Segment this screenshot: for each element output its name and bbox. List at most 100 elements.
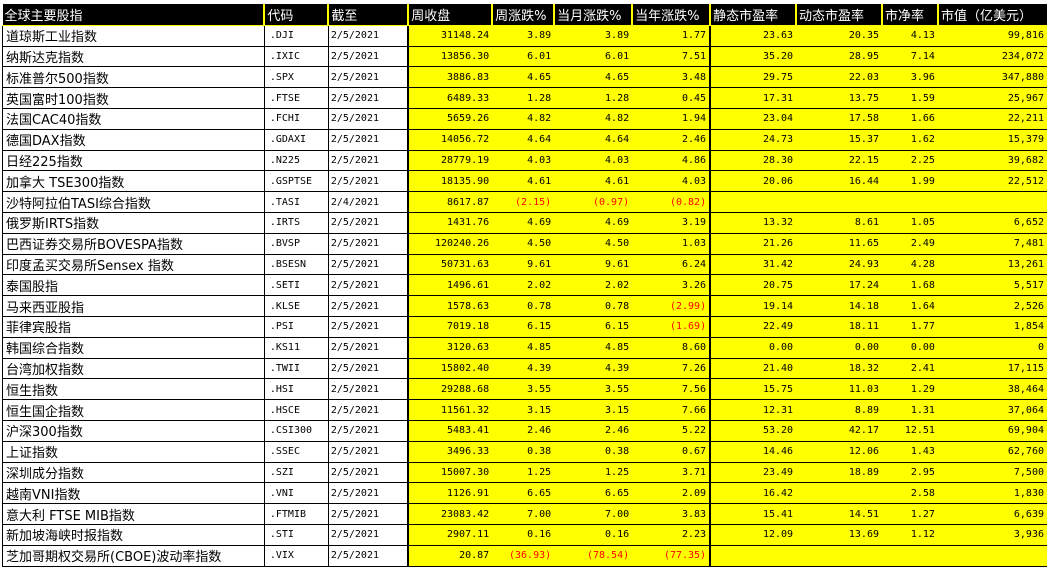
cell-static-pe[interactable]: 35.20	[709, 45, 797, 68]
cell-market-cap[interactable]: 39,682	[937, 149, 1047, 172]
cell-month-change[interactable]: 4.03	[554, 149, 633, 172]
cell-date[interactable]: 2/5/2021	[328, 211, 409, 234]
cell-date[interactable]: 2/5/2021	[328, 274, 409, 297]
cell-year-change[interactable]: 7.26	[632, 357, 711, 380]
cell-code[interactable]: .SSEC	[264, 440, 329, 463]
cell-forward-pe[interactable]: 8.61	[796, 211, 882, 234]
cell-close[interactable]: 29288.68	[407, 378, 493, 401]
cell-code[interactable]: .HSI	[264, 378, 329, 401]
cell-market-cap[interactable]: 22,512	[937, 170, 1047, 193]
cell-date[interactable]: 2/5/2021	[328, 128, 409, 151]
cell-code[interactable]: .SETI	[264, 274, 329, 297]
cell-year-change[interactable]: (77.35)	[632, 544, 711, 567]
cell-static-pe[interactable]: 12.31	[709, 399, 797, 421]
cell-year-change[interactable]: 5.22	[632, 419, 711, 442]
cell-month-change[interactable]: 4.65	[554, 66, 633, 89]
cell-close[interactable]: 1431.76	[407, 211, 493, 234]
cell-date[interactable]: 2/5/2021	[328, 87, 409, 109]
col-header-name[interactable]: 全球主要股指	[2, 4, 265, 26]
cell-forward-pe[interactable]: 28.95	[796, 45, 882, 68]
cell-year-change[interactable]: 6.24	[632, 253, 711, 276]
cell-name[interactable]: 日经225指数	[2, 149, 265, 172]
cell-date[interactable]: 2/5/2021	[328, 45, 409, 68]
cell-month-change[interactable]: 4.85	[554, 336, 633, 359]
cell-name[interactable]: 深圳成分指数	[2, 461, 265, 484]
cell-month-change[interactable]: 1.28	[554, 87, 633, 109]
cell-forward-pe[interactable]: 42.17	[796, 419, 882, 442]
cell-close[interactable]: 3496.33	[407, 440, 493, 463]
cell-month-change[interactable]: 0.78	[554, 295, 633, 317]
cell-name[interactable]: 沙特阿拉伯TASI综合指数	[2, 191, 265, 213]
cell-code[interactable]: .GSPTSE	[264, 170, 329, 193]
cell-close[interactable]: 15007.30	[407, 461, 493, 484]
cell-pb[interactable]: 2.41	[882, 357, 938, 380]
cell-static-pe[interactable]	[709, 191, 797, 213]
cell-close[interactable]: 28779.19	[407, 149, 493, 172]
cell-pb[interactable]: 7.14	[882, 45, 938, 68]
cell-pb[interactable]: 1.59	[882, 87, 938, 109]
cell-year-change[interactable]: 0.67	[632, 440, 711, 463]
cell-market-cap[interactable]: 5,517	[937, 274, 1047, 297]
cell-month-change[interactable]: 3.89	[554, 24, 633, 47]
cell-name[interactable]: 德国DAX指数	[2, 128, 265, 151]
cell-static-pe[interactable]: 17.31	[709, 87, 797, 109]
cell-name[interactable]: 菲律宾股指	[2, 315, 265, 338]
cell-pb[interactable]: 1.31	[882, 399, 938, 421]
cell-month-change[interactable]: 4.39	[554, 357, 633, 380]
cell-name[interactable]: 道琼斯工业指数	[2, 24, 265, 47]
cell-week-change[interactable]: 3.15	[492, 399, 555, 421]
cell-month-change[interactable]: 6.01	[554, 45, 633, 68]
cell-week-change[interactable]: 3.89	[492, 24, 555, 47]
cell-static-pe[interactable]: 15.41	[709, 503, 797, 525]
cell-pb[interactable]: 1.27	[882, 503, 938, 525]
cell-date[interactable]: 2/5/2021	[328, 357, 409, 380]
cell-pb[interactable]: 0.00	[882, 336, 938, 359]
cell-forward-pe[interactable]: 11.03	[796, 378, 882, 401]
cell-forward-pe[interactable]: 14.51	[796, 503, 882, 525]
cell-year-change[interactable]: 0.45	[632, 87, 711, 109]
cell-static-pe[interactable]: 0.00	[709, 336, 797, 359]
cell-code[interactable]: .KS11	[264, 336, 329, 359]
cell-year-change[interactable]: 3.71	[632, 461, 711, 484]
cell-week-change[interactable]: 2.02	[492, 274, 555, 297]
cell-year-change[interactable]: (1.69)	[632, 315, 711, 338]
cell-date[interactable]: 2/5/2021	[328, 544, 409, 567]
cell-forward-pe[interactable]: 18.32	[796, 357, 882, 380]
cell-market-cap[interactable]: 25,967	[937, 87, 1047, 109]
col-header-pb[interactable]: 市净率	[881, 4, 938, 26]
cell-month-change[interactable]: 0.38	[554, 440, 633, 463]
cell-pb[interactable]: 2.58	[882, 482, 938, 505]
cell-name[interactable]: 上证指数	[2, 440, 265, 463]
cell-static-pe[interactable]: 53.20	[709, 419, 797, 442]
cell-pb[interactable]: 1.99	[882, 170, 938, 193]
cell-week-change[interactable]: 0.78	[492, 295, 555, 317]
cell-forward-pe[interactable]: 15.37	[796, 128, 882, 151]
cell-code[interactable]: .STI	[264, 523, 329, 546]
cell-name[interactable]: 巴西证券交易所BOVESPA指数	[2, 232, 265, 255]
cell-month-change[interactable]: (78.54)	[554, 544, 633, 567]
cell-pb[interactable]: 1.66	[882, 107, 938, 130]
cell-static-pe[interactable]: 21.26	[709, 232, 797, 255]
cell-code[interactable]: .BVSP	[264, 232, 329, 255]
cell-week-change[interactable]: 4.39	[492, 357, 555, 380]
cell-pb[interactable]: 1.77	[882, 315, 938, 338]
cell-market-cap[interactable]: 6,652	[937, 211, 1047, 234]
cell-name[interactable]: 芝加哥期权交易所(CBOE)波动率指数	[2, 544, 265, 567]
cell-date[interactable]: 2/5/2021	[328, 170, 409, 193]
cell-forward-pe[interactable]: 22.03	[796, 66, 882, 89]
cell-close[interactable]: 5659.26	[407, 107, 493, 130]
cell-market-cap[interactable]: 1,854	[937, 315, 1047, 338]
cell-static-pe[interactable]: 23.63	[709, 24, 797, 47]
cell-close[interactable]: 7019.18	[407, 315, 493, 338]
cell-date[interactable]: 2/5/2021	[328, 523, 409, 546]
cell-year-change[interactable]: 8.60	[632, 336, 711, 359]
cell-static-pe[interactable]: 13.32	[709, 211, 797, 234]
cell-market-cap[interactable]: 3,936	[937, 523, 1047, 546]
cell-year-change[interactable]: 1.03	[632, 232, 711, 255]
cell-static-pe[interactable]: 15.75	[709, 378, 797, 401]
cell-forward-pe[interactable]	[796, 191, 882, 213]
cell-week-change[interactable]: (2.15)	[492, 191, 555, 213]
cell-week-change[interactable]: 4.69	[492, 211, 555, 234]
cell-code[interactable]: .VIX	[264, 544, 329, 567]
cell-market-cap[interactable]	[937, 544, 1047, 567]
